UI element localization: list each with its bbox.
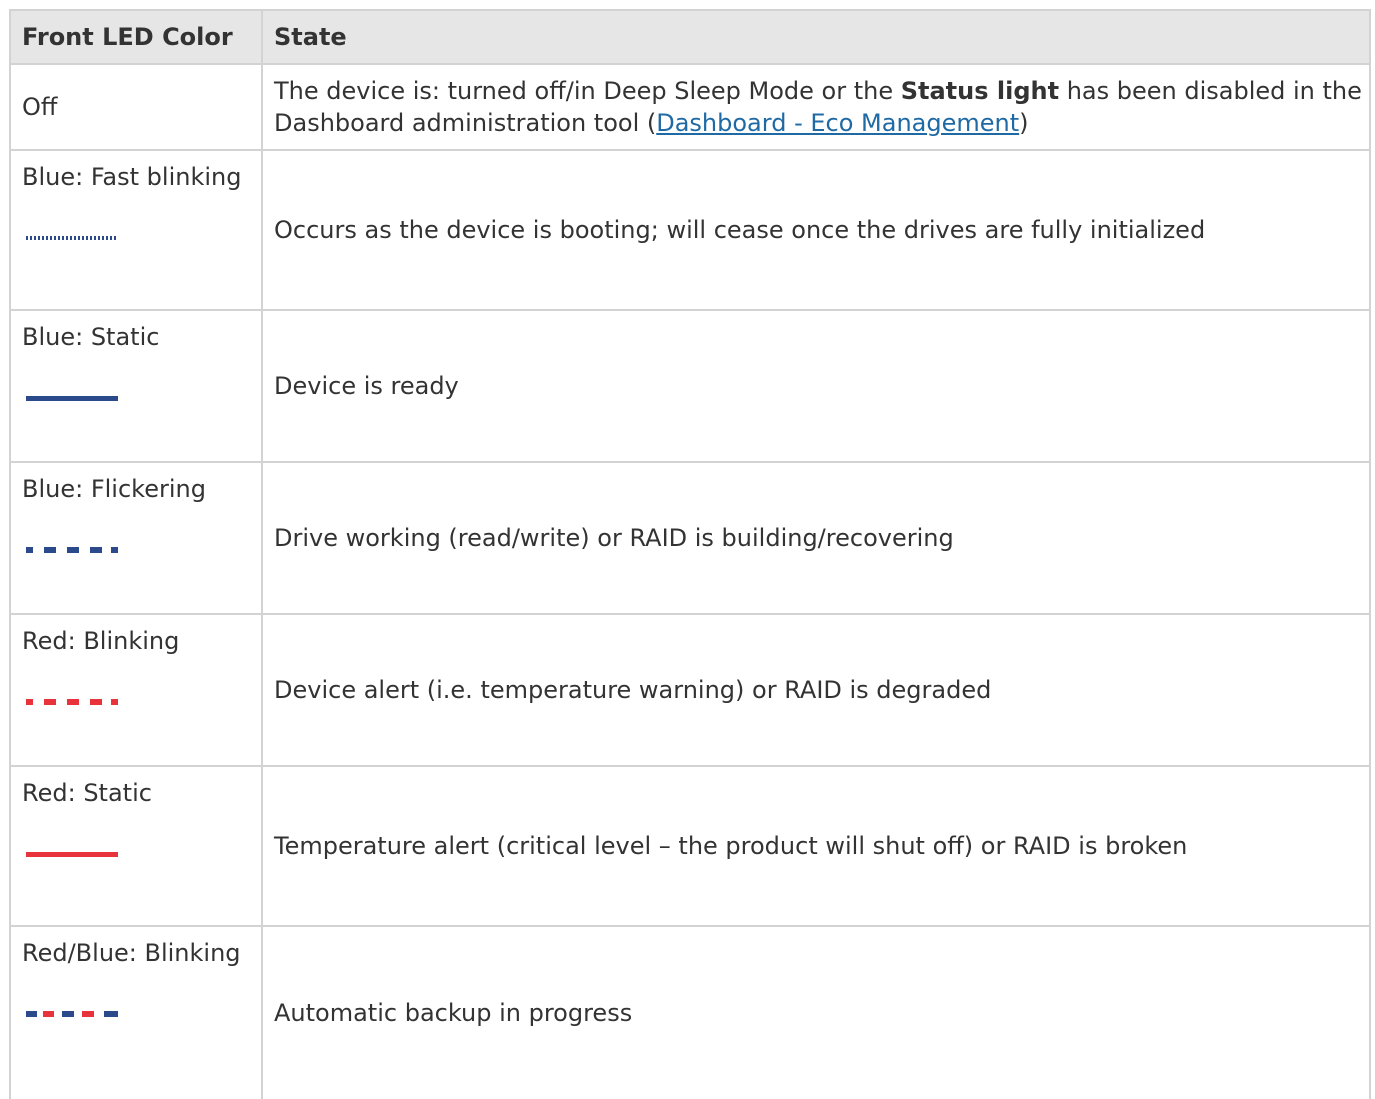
color-label: Red: Static	[22, 779, 152, 807]
led-redblue-blink-icon	[26, 1011, 118, 1017]
color-label: Red: Blinking	[22, 627, 180, 655]
color-cell: Red: Blinking	[9, 613, 263, 767]
color-cell: Blue: Fast blinking	[9, 149, 263, 311]
state-cell: Device is ready	[261, 309, 1371, 463]
state-off-suffix: )	[1019, 109, 1029, 137]
color-cell-off: Off	[9, 63, 263, 151]
status-light-bold: Status light	[900, 77, 1060, 105]
led-blue-static-icon	[26, 396, 118, 401]
table-row: Blue: Fast blinking Occurs as the device…	[9, 149, 1371, 311]
led-status-table: Front LED Color State Off The device is:…	[9, 9, 1371, 1099]
led-red-static-icon	[26, 852, 118, 857]
state-cell: Drive working (read/write) or RAID is bu…	[261, 461, 1371, 615]
table-row: Blue: Flickering Drive working (read/wri…	[9, 461, 1371, 615]
header-state: State	[261, 9, 1371, 65]
color-label: Blue: Static	[22, 323, 160, 351]
led-blue-flicker-icon	[26, 547, 118, 553]
color-cell: Red: Static	[9, 765, 263, 927]
eco-management-link[interactable]: Dashboard - Eco Management	[656, 109, 1019, 137]
color-label: Blue: Fast blinking	[22, 163, 242, 191]
state-cell: Automatic backup in progress	[261, 925, 1371, 1099]
state-cell: Occurs as the device is booting; will ce…	[261, 149, 1371, 311]
table-row: Blue: Static Device is ready	[9, 309, 1371, 463]
color-label: Red/Blue: Blinking	[22, 939, 241, 967]
header-color: Front LED Color	[9, 9, 263, 65]
color-cell: Red/Blue: Blinking	[9, 925, 263, 1099]
state-cell-off: The device is: turned off/in Deep Sleep …	[261, 63, 1371, 151]
table-row-off: Off The device is: turned off/in Deep Sl…	[9, 63, 1371, 151]
state-cell: Device alert (i.e. temperature warning) …	[261, 613, 1371, 767]
table-row: Red: Blinking Device alert (i.e. tempera…	[9, 613, 1371, 767]
led-blue-fast-blink-icon	[26, 236, 116, 240]
state-off-prefix: The device is: turned off/in Deep Sleep …	[274, 77, 901, 105]
color-cell: Blue: Flickering	[9, 461, 263, 615]
color-cell: Blue: Static	[9, 309, 263, 463]
led-red-blink-icon	[26, 699, 118, 705]
table-row: Red/Blue: Blinking Automatic backup in p…	[9, 925, 1371, 1099]
table-row: Red: Static Temperature alert (critical …	[9, 765, 1371, 927]
color-label: Blue: Flickering	[22, 475, 206, 503]
state-cell: Temperature alert (critical level – the …	[261, 765, 1371, 927]
table-header-row: Front LED Color State	[9, 9, 1371, 65]
